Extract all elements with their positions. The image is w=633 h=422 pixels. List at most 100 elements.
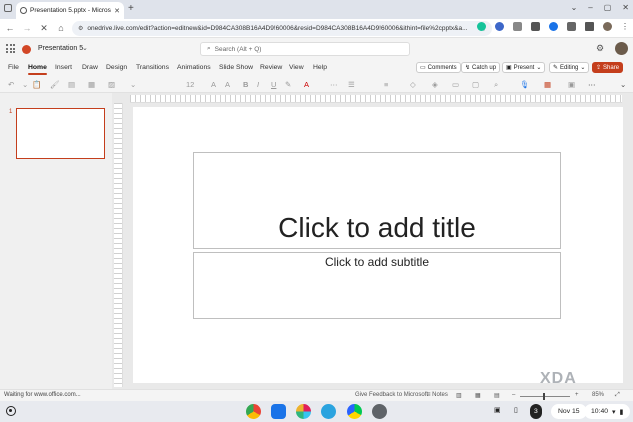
tab-insert[interactable]: Insert: [55, 64, 72, 71]
tab-view[interactable]: View: [289, 64, 304, 71]
format-painter-icon[interactable]: 🖌: [50, 80, 60, 89]
chrome-app-icon[interactable]: [246, 404, 261, 419]
extension-icon[interactable]: [531, 22, 540, 31]
ribbon-collapse-icon[interactable]: ⌄: [620, 80, 626, 89]
italic-icon[interactable]: I: [257, 80, 259, 89]
status-tray[interactable]: 10:40 ▾ ▮: [584, 404, 631, 419]
play-store-app-icon[interactable]: [347, 404, 362, 419]
tab-search-icon[interactable]: [4, 4, 12, 12]
tab-transitions[interactable]: Transitions: [136, 64, 169, 71]
shape-fill-icon[interactable]: ◈: [432, 80, 438, 89]
telegram-app-icon[interactable]: [321, 404, 336, 419]
bullets-icon[interactable]: ☰: [348, 80, 355, 89]
tab-animations[interactable]: Animations: [177, 64, 211, 71]
notes-button[interactable]: ≡ Notes: [427, 392, 448, 398]
tab-design[interactable]: Design: [106, 64, 127, 71]
more-options-icon[interactable]: ⋮: [621, 22, 629, 31]
zoom-level[interactable]: 85%: [592, 392, 604, 398]
shrink-font-icon[interactable]: A: [225, 80, 230, 89]
find-icon[interactable]: ⌕: [494, 80, 498, 90]
font-size-select[interactable]: 12: [186, 80, 194, 89]
reading-view-icon[interactable]: ▤: [494, 392, 500, 399]
notification-count[interactable]: 3: [530, 404, 542, 419]
slide-canvas[interactable]: Click to add title Click to add subtitle: [133, 107, 623, 383]
chevron-down-icon[interactable]: ⌄: [571, 3, 578, 12]
shape-outline-icon[interactable]: ▭: [452, 80, 459, 89]
site-info-icon[interactable]: ⚙: [78, 25, 83, 32]
title-placeholder[interactable]: Click to add title: [193, 152, 561, 249]
grammarly-extension-icon[interactable]: [477, 22, 486, 31]
share-button[interactable]: ⇪ Share: [592, 62, 624, 73]
maximize-icon[interactable]: ▢: [604, 3, 612, 12]
font-name-select[interactable]: ⌄: [130, 80, 136, 89]
tab-slide-show[interactable]: Slide Show: [219, 64, 253, 71]
stop-loading-icon[interactable]: ✕: [37, 23, 51, 34]
tote-icon[interactable]: ▣: [494, 406, 501, 414]
tab-file[interactable]: File: [8, 64, 19, 71]
picture-icon[interactable]: ▨: [108, 80, 115, 89]
bold-icon[interactable]: B: [243, 80, 248, 89]
font-color-icon[interactable]: A: [304, 80, 309, 89]
designer-icon[interactable]: ▦: [544, 80, 551, 89]
close-window-icon[interactable]: ✕: [622, 3, 629, 12]
shapes-icon[interactable]: ◇: [410, 80, 416, 89]
extension-icon[interactable]: [513, 22, 522, 31]
layout-icon[interactable]: ▦: [88, 80, 95, 89]
new-tab-button[interactable]: +: [128, 3, 134, 14]
settings-gear-icon[interactable]: ⚙: [596, 43, 604, 54]
present-button[interactable]: ▣ Present ⌄: [502, 62, 546, 73]
tab-help[interactable]: Help: [313, 64, 327, 71]
add-ins-icon[interactable]: ▣: [568, 80, 575, 89]
back-icon[interactable]: ←: [3, 23, 17, 33]
fit-to-window-icon[interactable]: ⤢: [615, 392, 620, 399]
tab-draw[interactable]: Draw: [82, 64, 98, 71]
redo-icon[interactable]: ⌄: [22, 80, 28, 89]
slide-thumbnail[interactable]: [16, 108, 105, 159]
close-tab-icon[interactable]: ✕: [114, 7, 120, 15]
normal-view-icon[interactable]: ▥: [456, 392, 462, 399]
arrange-icon[interactable]: ▢: [472, 80, 479, 89]
phone-hub-icon[interactable]: ▯: [514, 406, 518, 414]
zoom-in-icon[interactable]: +: [575, 392, 579, 398]
feedback-link[interactable]: Give Feedback to Microsoft: [355, 392, 428, 398]
subtitle-placeholder[interactable]: Click to add subtitle: [193, 252, 561, 319]
puzzle-extensions-icon[interactable]: [567, 22, 576, 31]
home-icon[interactable]: ⌂: [54, 23, 68, 33]
zoom-slider[interactable]: [520, 396, 570, 397]
underline-icon[interactable]: U: [271, 80, 276, 89]
more-options-icon[interactable]: ⋯: [588, 80, 596, 89]
date-pill[interactable]: Nov 15: [551, 404, 587, 419]
zoom-slider-handle[interactable]: [543, 393, 545, 400]
zoom-out-icon[interactable]: –: [512, 392, 515, 398]
slide-sorter-icon[interactable]: ▦: [475, 392, 481, 399]
chevron-down-icon[interactable]: ⌄: [82, 44, 88, 52]
align-icon[interactable]: ≡: [384, 80, 388, 89]
slack-app-icon[interactable]: [296, 404, 311, 419]
highlight-icon[interactable]: ✎: [285, 80, 291, 89]
paste-icon[interactable]: 📋: [32, 80, 41, 89]
forward-icon[interactable]: →: [20, 23, 34, 33]
document-name[interactable]: Presentation 5: [38, 45, 83, 52]
editing-mode-button[interactable]: ✎ Editing ⌄: [549, 62, 590, 73]
address-bar[interactable]: ⚙ onedrive.live.com/edit?action=editnew&…: [72, 21, 492, 36]
minimize-icon[interactable]: –: [588, 3, 592, 12]
tab-home[interactable]: Home: [28, 64, 47, 75]
undo-icon[interactable]: ↶: [8, 80, 14, 89]
new-slide-icon[interactable]: ▤: [68, 80, 75, 89]
catch-up-button[interactable]: ↯ Catch up: [461, 62, 501, 73]
dictate-icon[interactable]: 🎙: [520, 80, 530, 89]
grow-font-icon[interactable]: A: [211, 80, 216, 89]
settings-app-icon[interactable]: [372, 404, 387, 419]
more-font-icon[interactable]: ⋯: [330, 80, 338, 89]
files-app-icon[interactable]: [271, 404, 286, 419]
comments-button[interactable]: ▭ Comments: [416, 62, 461, 73]
extension-icon[interactable]: [549, 22, 558, 31]
search-input[interactable]: ⌕ Search (Alt + Q): [200, 42, 410, 56]
tab-review[interactable]: Review: [260, 64, 282, 71]
profile-icon[interactable]: [603, 22, 612, 31]
extension-icon[interactable]: [495, 22, 504, 31]
side-panel-icon[interactable]: [585, 22, 594, 31]
user-avatar[interactable]: [615, 42, 628, 55]
launcher-icon[interactable]: [6, 406, 16, 416]
browser-tab[interactable]: Presentation 5.pptx - Microsoft ✕: [16, 2, 124, 19]
